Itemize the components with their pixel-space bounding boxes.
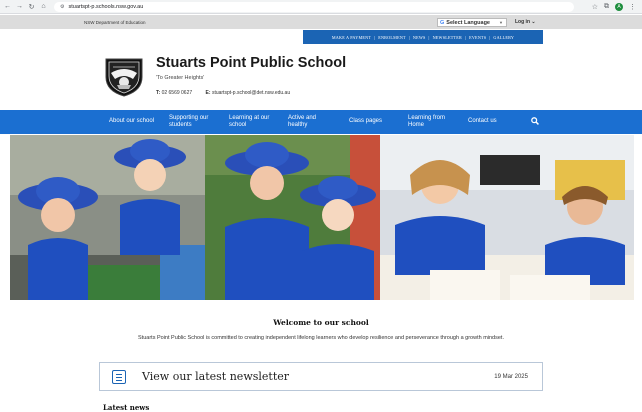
nav-about-our-school[interactable]: About our school bbox=[109, 118, 154, 125]
phone-label: T: bbox=[156, 90, 161, 96]
profile-avatar[interactable]: A bbox=[615, 2, 623, 11]
newsletter-icon bbox=[112, 369, 126, 384]
quick-link-enrolment[interactable]: ENROLMENT bbox=[378, 35, 406, 40]
email-address[interactable]: stuartspt-p.school@det.nsw.edu.au bbox=[212, 90, 290, 96]
latest-newsletter-card[interactable]: View our latest newsletter 19 Mar 2025 bbox=[99, 362, 543, 391]
quick-link-newsletter[interactable]: NEWSLETTER bbox=[433, 35, 462, 40]
nav-learning-from-home[interactable]: Learning from Home bbox=[408, 115, 445, 128]
url-text: stuartspt-p.schools.nsw.gov.au bbox=[68, 3, 144, 10]
forward-icon[interactable]: → bbox=[15, 2, 24, 11]
newsletter-label: View our latest newsletter bbox=[142, 370, 290, 383]
phone-number[interactable]: 02 6569 0627 bbox=[162, 90, 193, 96]
school-logo[interactable] bbox=[103, 55, 145, 97]
bookmark-star-icon[interactable]: ☆ bbox=[592, 3, 598, 11]
chevron-down-icon: ⌄ bbox=[531, 19, 536, 25]
welcome-text: Stuarts Point Public School is committed… bbox=[138, 335, 504, 341]
school-motto: 'To Greater Heights' bbox=[156, 75, 205, 81]
hero-photo-banner bbox=[10, 135, 634, 300]
reload-icon[interactable]: ↻ bbox=[27, 2, 36, 11]
site-info-icon[interactable]: ⚙ bbox=[60, 4, 64, 10]
newsletter-date: 19 Mar 2025 bbox=[494, 373, 528, 380]
google-g-icon: G bbox=[440, 19, 445, 26]
welcome-heading: Welcome to our school bbox=[273, 318, 369, 327]
browser-toolbar: ← → ↻ ⌂ ⚙ stuartspt-p.schools.nsw.gov.au… bbox=[0, 0, 642, 14]
quick-link-gallery[interactable]: GALLERY bbox=[493, 35, 514, 40]
quick-link-news[interactable]: NEWS bbox=[413, 35, 426, 40]
quick-link-make-payment[interactable]: MAKE A PAYMENT bbox=[332, 35, 371, 40]
email-label: E: bbox=[205, 90, 211, 96]
select-language-dropdown[interactable]: G Select Language ▼ bbox=[437, 18, 507, 27]
search-icon[interactable] bbox=[531, 117, 539, 127]
browser-menu-icon[interactable]: ⋮ bbox=[629, 3, 636, 11]
main-navigation: About our school Supporting our students … bbox=[0, 110, 642, 134]
select-language-label: Select Language bbox=[446, 19, 490, 26]
nav-class-pages[interactable]: Class pages bbox=[349, 118, 382, 125]
extensions-icon[interactable]: ⧉ bbox=[604, 3, 609, 11]
address-bar[interactable]: ⚙ stuartspt-p.schools.nsw.gov.au bbox=[54, 1, 574, 12]
back-icon[interactable]: ← bbox=[3, 2, 12, 11]
chevron-down-icon: ▼ bbox=[499, 20, 503, 25]
quick-links-bar: MAKE A PAYMENT | ENROLMENT | NEWS | NEWSLET… bbox=[303, 30, 543, 44]
login-link[interactable]: Log in ⌄ bbox=[515, 19, 536, 25]
department-bar: NSW Department of Education G Select Lan… bbox=[0, 15, 642, 29]
nav-supporting-our-students[interactable]: Supporting our students bbox=[169, 115, 208, 128]
department-name: NSW Department of Education bbox=[84, 19, 146, 25]
home-icon[interactable]: ⌂ bbox=[39, 2, 48, 11]
quick-link-events[interactable]: EVENTS bbox=[469, 35, 486, 40]
contact-details: T: 02 6569 0627 E: stuartspt-p.school@de… bbox=[156, 90, 290, 96]
nav-active-and-healthy[interactable]: Active and healthy bbox=[288, 115, 316, 128]
nav-contact-us[interactable]: Contact us bbox=[468, 118, 497, 125]
nav-learning-at-our-school[interactable]: Learning at our school bbox=[229, 115, 269, 128]
school-name: Stuarts Point Public School bbox=[156, 55, 347, 71]
